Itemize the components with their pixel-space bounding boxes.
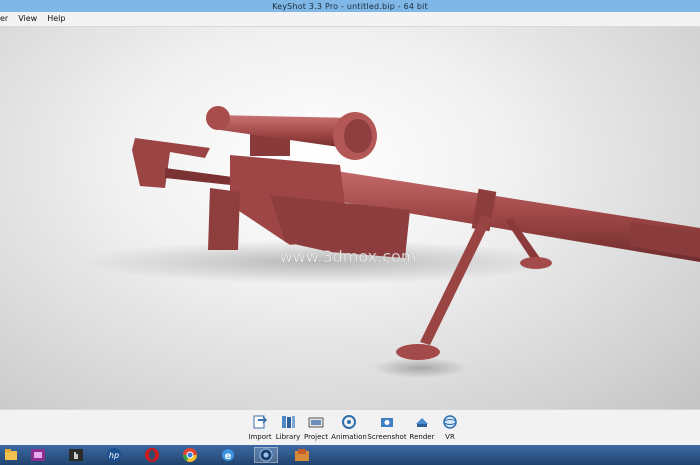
menu-item-help[interactable]: Help <box>42 12 70 26</box>
bipod-shadow <box>372 358 468 378</box>
touch-app-icon[interactable] <box>64 447 88 463</box>
menu-item-view[interactable]: View <box>13 12 42 26</box>
file-explorer-icon[interactable] <box>0 447 24 463</box>
window-title: KeyShot 3.3 Pro - untitled.bip - 64 bit <box>272 1 428 11</box>
render-viewport[interactable]: www.3dmox.com <box>0 27 700 409</box>
stock-rail <box>165 168 240 186</box>
svg-text:hp: hp <box>109 451 119 460</box>
hp-icon[interactable]: hp <box>102 447 126 463</box>
watermark: www.3dmox.com <box>280 247 417 266</box>
internet-explorer-icon[interactable]: e <box>216 447 240 463</box>
project-icon <box>307 413 325 431</box>
project-label: Project <box>304 433 328 441</box>
title-bar: KeyShot 3.3 Pro - untitled.bip - 64 bit <box>0 0 700 12</box>
folder-app-icon[interactable] <box>290 447 314 463</box>
vr-button[interactable]: VR <box>427 413 473 441</box>
menu-bar: er View Help <box>0 12 700 27</box>
vr-icon <box>441 413 459 431</box>
bipod-foot-front <box>396 344 440 360</box>
keyshot-icon[interactable] <box>254 447 278 463</box>
opera-icon[interactable] <box>140 447 164 463</box>
animation-icon <box>340 413 358 431</box>
animation-label: Animation <box>331 433 367 441</box>
chrome-icon[interactable] <box>178 447 202 463</box>
main-toolbar: Import Library Project Animation Screens… <box>0 409 700 446</box>
vr-label: VR <box>445 433 455 441</box>
rifle-model: www.3dmox.com <box>80 106 700 378</box>
menu-item-render[interactable]: er <box>0 12 13 26</box>
bipod-foot-rear <box>520 257 552 269</box>
screenshot-icon <box>378 413 396 431</box>
svg-text:e: e <box>225 451 232 462</box>
media-app-icon[interactable] <box>26 447 50 463</box>
scope-eyepiece <box>206 106 230 130</box>
os-taskbar: hp e <box>0 445 700 465</box>
pistol-grip <box>208 188 240 250</box>
